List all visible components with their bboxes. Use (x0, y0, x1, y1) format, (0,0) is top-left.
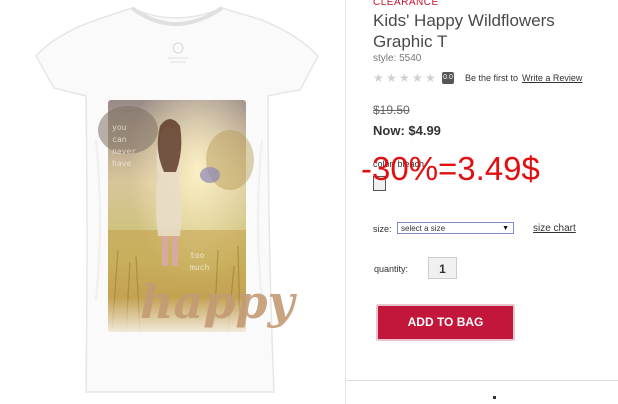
sale-price: Now: $4.99 (373, 123, 441, 138)
write-review-link[interactable]: Write a Review (522, 73, 582, 83)
product-details: CLEARANCE Kids' Happy Wildflowers Graphi… (361, 0, 618, 404)
discount-overlay-text: -30%=3.49$ (361, 150, 540, 187)
product-image[interactable]: you can never have too much happy (0, 0, 345, 404)
original-price: $19.50 (373, 103, 410, 117)
quantity-label: quantity: (374, 264, 409, 274)
star-rating: ★ ★ ★ ★ ★ (373, 72, 437, 84)
section-divider (345, 380, 618, 381)
star-icon: ★ (373, 71, 384, 85)
star-icon: ★ (412, 71, 423, 85)
style-number: style: 5540 (373, 53, 422, 64)
star-icon: ★ (386, 71, 397, 85)
size-select-value: select a size (401, 224, 446, 233)
rating-row: ★ ★ ★ ★ ★ 0.0 Be the first to Write a Re… (373, 71, 582, 85)
star-icon: ★ (425, 71, 436, 85)
rating-score-badge: 0.0 (442, 72, 454, 84)
product-image-pane: you can never have too much happy (0, 0, 345, 404)
size-label: size: (373, 224, 392, 234)
quantity-input[interactable]: 1 (428, 257, 457, 279)
size-chart-link[interactable]: size chart (533, 223, 576, 234)
partial-glyph (493, 396, 496, 399)
add-to-bag-button[interactable]: ADD TO BAG (376, 304, 515, 341)
svg-text:happy: happy (140, 275, 298, 329)
pane-divider (345, 0, 346, 404)
product-title: Kids' Happy Wildflowers Graphic T (373, 11, 555, 51)
size-select[interactable]: select a size ▼ (397, 222, 514, 234)
chevron-down-icon: ▼ (502, 225, 509, 232)
clearance-badge: CLEARANCE (373, 0, 439, 8)
review-prompt: Be the first to (465, 73, 519, 83)
star-icon: ★ (399, 71, 410, 85)
